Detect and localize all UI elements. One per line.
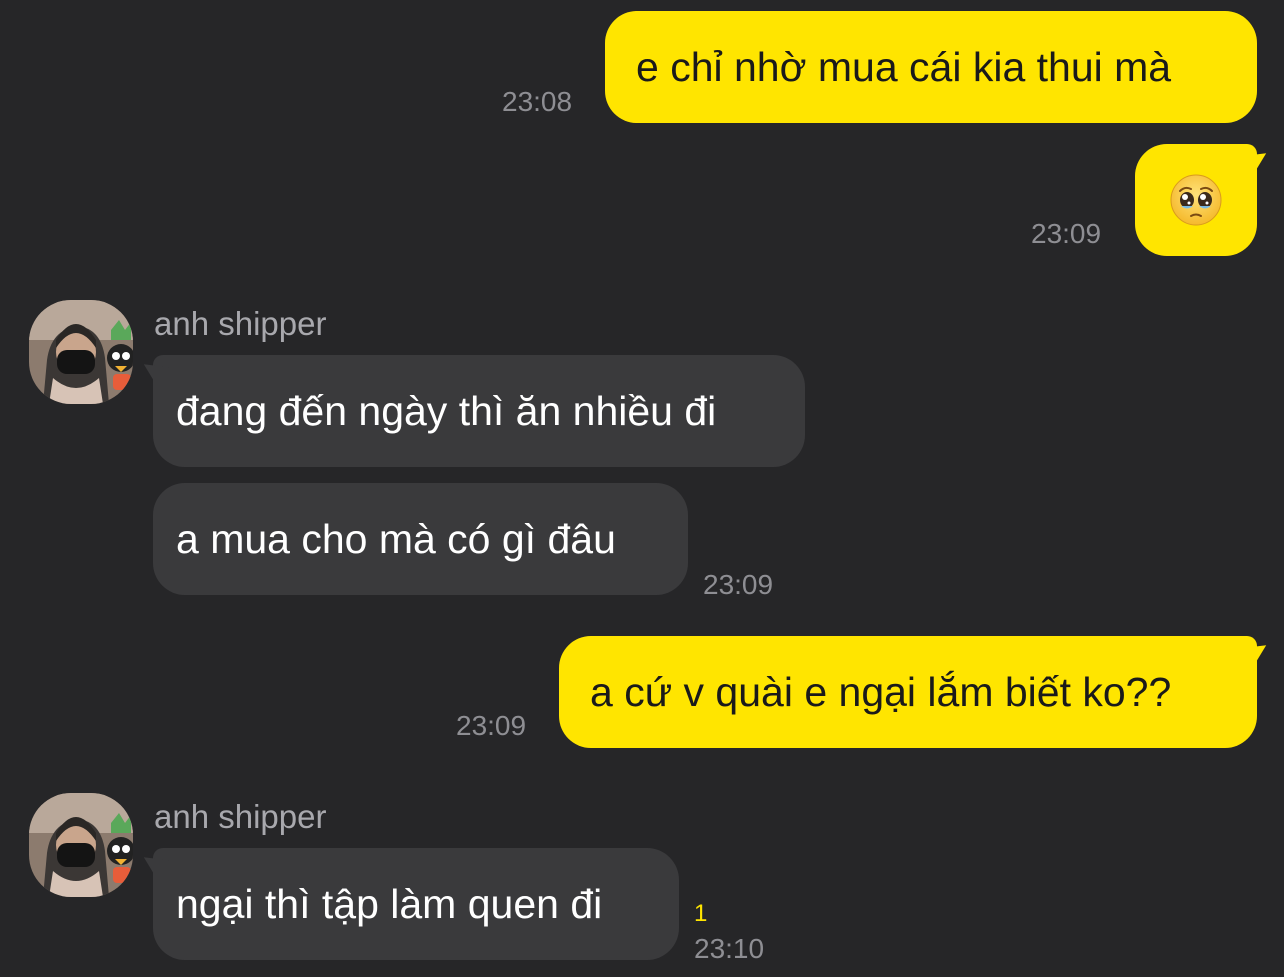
contact-photo (29, 793, 133, 897)
pleading-face-icon (1170, 174, 1222, 226)
message-time: 23:09 (703, 569, 774, 600)
incoming-message-bubble[interactable]: ngại thì tập làm quen đi (153, 848, 679, 960)
message-time: 23:09 (456, 710, 527, 741)
message-text: a mua cho mà có gì đâu (176, 515, 616, 562)
message-text: a cứ v quài e ngại lắm biết ko?? (590, 668, 1172, 715)
message-time: 23:10 (694, 933, 765, 964)
message-text: đang đến ngày thì ăn nhiều đi (176, 387, 717, 434)
avatar[interactable] (29, 300, 133, 404)
message-time: 23:09 (1031, 218, 1102, 249)
outgoing-message-bubble[interactable] (1135, 144, 1257, 256)
message-text: ngại thì tập làm quen đi (176, 880, 603, 927)
chat-window: 23:08 e chỉ nhờ mua cái kia thui mà 23:0… (0, 0, 1284, 977)
message-time: 23:08 (502, 86, 573, 117)
contact-photo (29, 300, 133, 404)
incoming-message-bubble[interactable]: a mua cho mà có gì đâu (153, 483, 688, 595)
incoming-message-bubble[interactable]: đang đến ngày thì ăn nhiều đi (153, 355, 805, 467)
avatar[interactable] (29, 793, 133, 897)
unread-count: 1 (694, 900, 708, 927)
message-text: e chỉ nhờ mua cái kia thui mà (636, 43, 1172, 90)
sender-name: anh shipper (154, 305, 327, 342)
sender-name: anh shipper (154, 798, 327, 835)
outgoing-message-bubble[interactable]: a cứ v quài e ngại lắm biết ko?? (559, 636, 1257, 748)
outgoing-message-bubble[interactable]: e chỉ nhờ mua cái kia thui mà (605, 11, 1257, 123)
